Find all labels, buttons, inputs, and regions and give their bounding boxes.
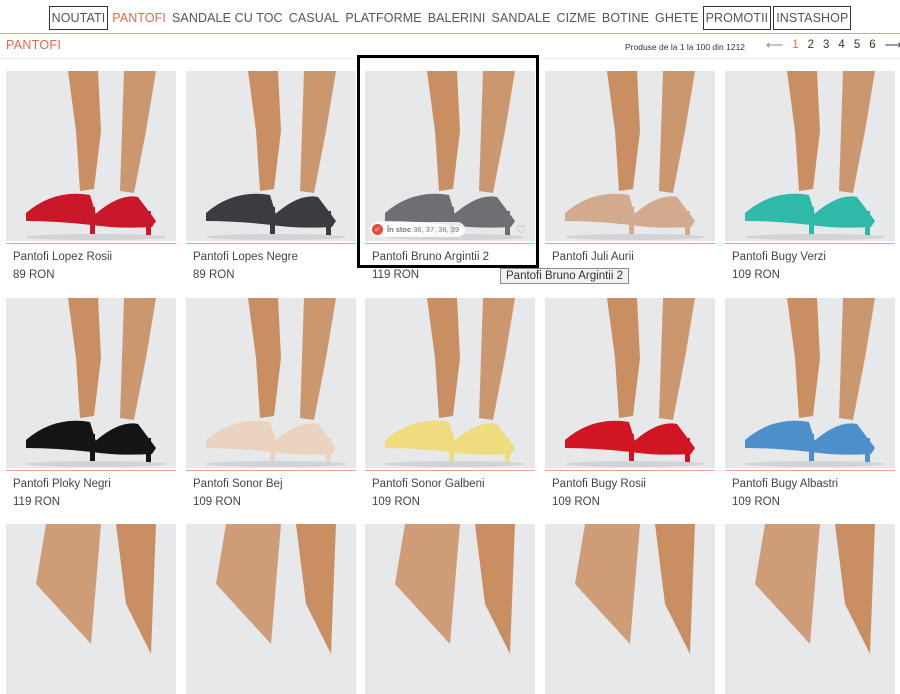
nav-item-pantofi[interactable]: PANTOFI [110,7,168,29]
card-divider [186,243,356,244]
nav-item-botine[interactable]: BOTINE [600,7,651,29]
product-image[interactable] [725,71,895,241]
check-circle-icon: ✓ [372,224,383,235]
nav-item-ghete[interactable]: GHETE [653,7,701,29]
product-name[interactable]: Pantofi Lopez Rosii [13,251,112,263]
product-price: 89 RON [193,269,235,281]
product-name[interactable]: Pantofi Bugy Albastri [732,478,838,490]
product-image[interactable] [545,298,715,468]
product-name[interactable]: Pantofi Bugy Rosii [552,478,646,490]
product-image[interactable] [6,524,176,694]
product-image[interactable] [545,71,715,241]
product-name[interactable]: Pantofi Juli Aurii [552,251,634,263]
nav-item-sandale[interactable]: SANDALE [489,7,552,29]
nav-item-instashop[interactable]: INSTASHOP [773,6,852,30]
page-link-1[interactable]: 1 [792,39,798,51]
product-image[interactable] [545,524,715,694]
product-price: 109 RON [732,496,780,508]
product-image[interactable] [725,298,895,468]
prev-page-arrow-icon[interactable]: ⟵ [766,38,783,52]
card-divider [545,470,715,471]
pagination: ⟵ 1 2 3 4 5 6 ⟶ [766,38,900,52]
nav-item-cizme[interactable]: CIZME [555,7,598,29]
card-divider [6,243,176,244]
product-image[interactable] [186,524,356,694]
nav-item-platforme[interactable]: PLATFORME [343,7,423,29]
product-name[interactable]: Pantofi Bugy Verzi [732,251,826,263]
card-divider [725,243,895,244]
heart-outline-icon[interactable]: ♡ [516,223,526,236]
product-image[interactable] [6,71,176,241]
page-link-3[interactable]: 3 [823,39,829,51]
product-price: 109 RON [193,496,241,508]
card-divider [365,243,535,244]
next-page-arrow-icon[interactable]: ⟶ [885,38,900,52]
product-price: 109 RON [732,269,780,281]
page-link-5[interactable]: 5 [854,39,860,51]
product-price: 119 RON [13,496,61,508]
product-image[interactable] [725,524,895,694]
product-price: 109 RON [372,496,420,508]
card-divider [365,470,535,471]
card-divider [725,470,895,471]
nav-divider [0,33,900,34]
product-tooltip: Pantofi Bruno Argintii 2 [500,268,629,284]
header-divider [0,58,900,59]
product-name[interactable]: Pantofi Sonor Galbeni [372,478,485,490]
nav-item-sandale-cu-toc[interactable]: SANDALE CU TOC [170,7,285,29]
product-image[interactable] [365,298,535,468]
product-price: 109 RON [552,496,600,508]
product-image[interactable] [186,71,356,241]
page-link-6[interactable]: 6 [869,39,875,51]
page-link-2[interactable]: 2 [808,39,814,51]
product-name[interactable]: Pantofi Ploky Negri [13,478,111,490]
nav-item-promotii[interactable]: PROMOTII [702,6,772,30]
main-navigation: NOUTATI PANTOFI SANDALE CU TOC CASUAL PLATFO… [0,6,900,30]
product-image[interactable] [365,524,535,694]
product-count: Produse de la 1 la 100 din 1212 [625,42,746,52]
product-image[interactable] [186,298,356,468]
product-name[interactable]: Pantofi Lopes Negre [193,251,298,263]
product-price: 119 RON [372,269,420,281]
product-price: 89 RON [13,269,55,281]
nav-item-balerini[interactable]: BALERINI [426,7,488,29]
nav-item-casual[interactable]: CASUAL [287,7,342,29]
nav-item-noutati[interactable]: NOUTATI [48,6,109,30]
category-title: PANTOFI [6,38,62,52]
stock-badge: ✓ În stoc 36, 37, 38, 39 [370,222,466,237]
card-divider [6,470,176,471]
available-sizes: 36, 37, 38, 39 [413,225,460,234]
card-divider [545,243,715,244]
product-image[interactable] [365,71,535,241]
stock-label: În stoc [387,225,412,234]
card-divider [186,470,356,471]
product-name[interactable]: Pantofi Bruno Argintii 2 [372,251,489,263]
product-name[interactable]: Pantofi Sonor Bej [193,478,283,490]
page-link-4[interactable]: 4 [838,39,844,51]
product-image[interactable] [6,298,176,468]
